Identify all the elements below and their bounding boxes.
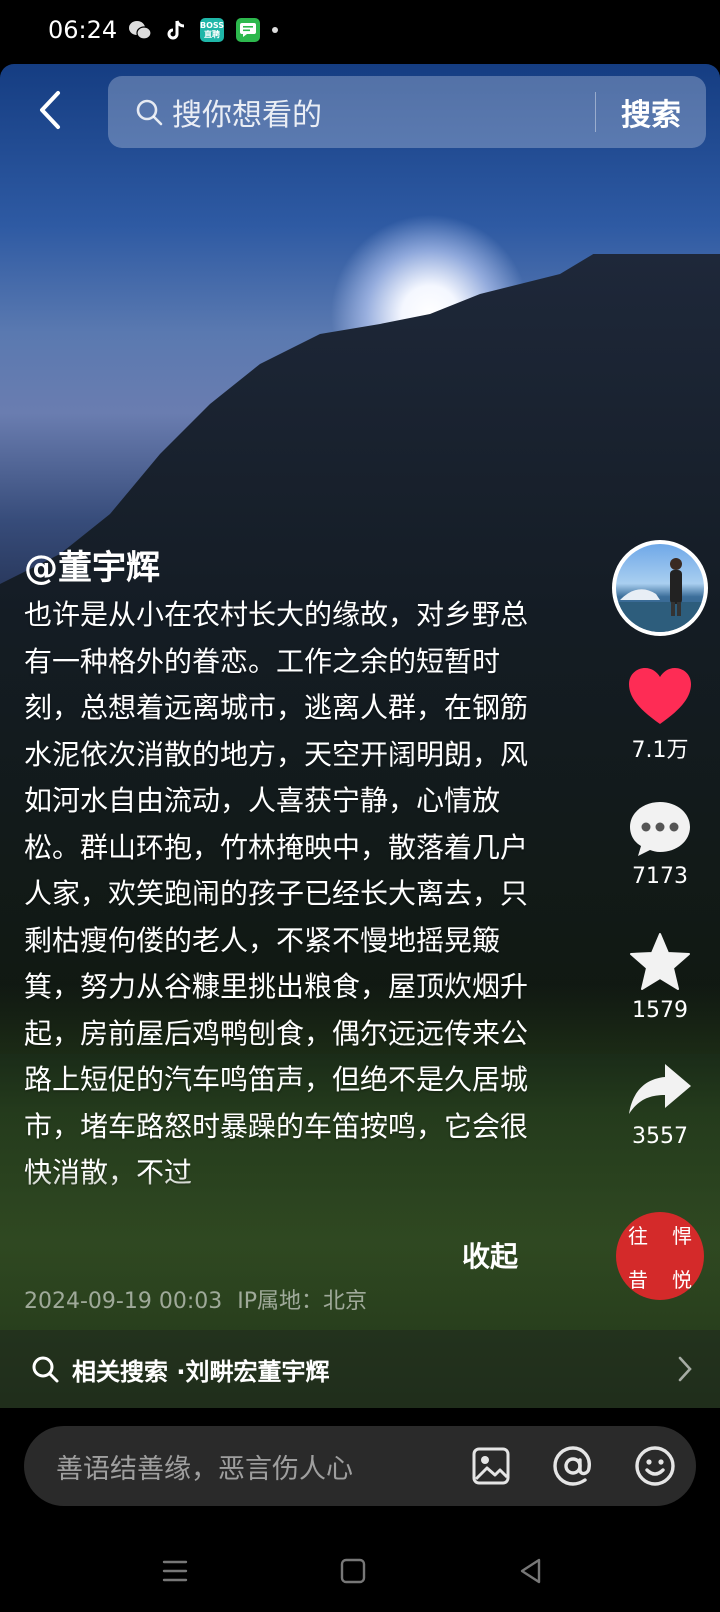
- search-input[interactable]: 搜你想看的: [172, 90, 595, 134]
- seal-char-3: 昔: [628, 1267, 648, 1292]
- seal-char-2: 悍: [672, 1223, 692, 1248]
- post-description: 也许是从小在农村长大的缘故，对乡野总有一种格外的眷恋。工作之余的短暂时刻，总想着…: [24, 598, 529, 1189]
- back-icon[interactable]: [30, 86, 70, 134]
- like-button[interactable]: 7.1万: [608, 666, 712, 764]
- favorite-button[interactable]: 1579: [608, 932, 712, 1023]
- related-search-bar[interactable]: 相关搜索 · 刘畊宏董宇辉: [0, 1330, 720, 1408]
- author-avatar[interactable]: [612, 540, 708, 636]
- search-bar[interactable]: 搜你想看的 搜索: [108, 76, 706, 148]
- collapse-button[interactable]: 收起: [462, 1235, 518, 1275]
- search-button[interactable]: 搜索: [596, 90, 706, 134]
- boss-app-icon: BOSS 直聘: [200, 18, 224, 42]
- notification-dot-icon: [272, 27, 278, 33]
- share-count: 3557: [632, 1124, 688, 1149]
- back-nav-icon[interactable]: [514, 1554, 548, 1588]
- emoji-icon[interactable]: [632, 1443, 678, 1489]
- menu-icon[interactable]: [158, 1554, 192, 1588]
- search-icon: [32, 1356, 59, 1383]
- boss-app-label: BOSS 直聘: [199, 21, 225, 39]
- mention-icon[interactable]: [550, 1443, 596, 1489]
- comment-bar[interactable]: 善语结善缘，恶言伤人心: [24, 1426, 696, 1506]
- share-button[interactable]: 3557: [608, 1062, 712, 1149]
- search-icon: [136, 99, 163, 126]
- favorite-count: 1579: [632, 998, 688, 1023]
- comment-input[interactable]: 善语结善缘，恶言伤人心: [56, 1447, 468, 1486]
- status-time: 06:24: [48, 16, 118, 44]
- comment-icon: [630, 802, 690, 856]
- post-ip-location: IP属地：北京: [237, 1289, 368, 1314]
- post-timestamp: 2024-09-19 00:03: [24, 1289, 223, 1314]
- tiktok-icon: [164, 18, 188, 42]
- author-name[interactable]: @董宇辉: [24, 540, 160, 589]
- music-disc[interactable]: 往 悍 昔 悦: [616, 1212, 704, 1300]
- message-app-icon: [236, 18, 260, 42]
- status-icons: BOSS 直聘: [128, 18, 278, 42]
- home-icon[interactable]: [336, 1554, 370, 1588]
- star-icon: [630, 933, 690, 990]
- comment-count: 7173: [632, 864, 688, 889]
- related-search-label: 相关搜索 ·: [72, 1357, 186, 1386]
- comment-button[interactable]: 7173: [608, 798, 712, 889]
- related-search-term: 刘畊宏董宇辉: [185, 1357, 330, 1386]
- status-bar: 06:24 BOSS 直聘: [0, 0, 720, 64]
- seal-char-1: 往: [628, 1223, 648, 1248]
- post-meta: 2024-09-19 00:03 IP属地：北京: [24, 1283, 367, 1315]
- share-arrow-icon: [629, 1064, 691, 1114]
- chevron-right-icon: [678, 1356, 692, 1382]
- system-nav-bar: [0, 1530, 720, 1612]
- seal-char-4: 悦: [672, 1267, 692, 1292]
- like-count: 7.1万: [631, 738, 689, 763]
- image-icon[interactable]: [468, 1443, 514, 1489]
- heart-icon: [629, 668, 691, 724]
- wechat-icon: [128, 18, 152, 42]
